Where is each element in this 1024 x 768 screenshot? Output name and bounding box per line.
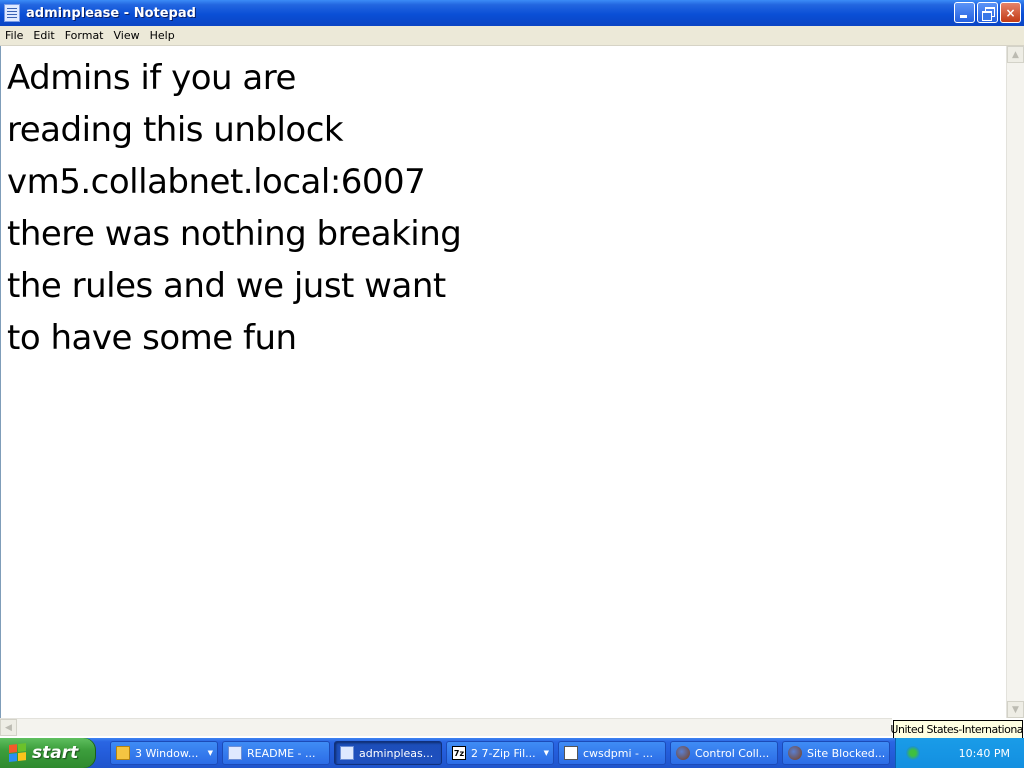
taskbar-item-control-collabnet[interactable]: Control Coll... bbox=[670, 741, 778, 765]
clock[interactable]: 10:40 PM bbox=[959, 747, 1010, 760]
menu-bar: File Edit Format View Help bbox=[0, 26, 1024, 46]
system-tray: 10:40 PM bbox=[895, 738, 1024, 768]
task-label: Control Coll... bbox=[695, 746, 770, 760]
taskbar-item-adminplease[interactable]: adminpleas... bbox=[334, 741, 442, 765]
taskbar-item-site-blocked[interactable]: Site Blocked... bbox=[782, 741, 890, 765]
task-label: cwsdpmi - ... bbox=[583, 746, 653, 760]
minimize-icon bbox=[960, 15, 967, 18]
editor-content[interactable]: Admins if you are reading this unblock v… bbox=[7, 52, 462, 364]
taskbar: start 3 Window... ▼ README - ... adminpl… bbox=[0, 738, 1024, 768]
vertical-scrollbar[interactable]: ▲ ▼ bbox=[1006, 46, 1024, 718]
taskbar-item-7zip[interactable]: 7z 2 7-Zip Fil... ▼ bbox=[446, 741, 554, 765]
notepad-icon bbox=[228, 746, 242, 760]
taskbar-item-cwsdpmi[interactable]: cwsdpmi - ... bbox=[558, 741, 666, 765]
window-controls: × bbox=[954, 2, 1021, 23]
folder-icon bbox=[116, 746, 130, 760]
start-button[interactable]: start bbox=[0, 738, 96, 768]
task-label: Site Blocked... bbox=[807, 746, 886, 760]
start-label: start bbox=[32, 743, 79, 763]
window-title: adminplease - Notepad bbox=[26, 5, 196, 21]
task-label: 2 7-Zip Fil... bbox=[471, 746, 536, 760]
notepad-icon bbox=[340, 746, 354, 760]
7zip-icon: 7z bbox=[452, 746, 466, 760]
scroll-up-icon[interactable]: ▲ bbox=[1007, 46, 1024, 63]
text-editor[interactable]: Admins if you are reading this unblock v… bbox=[0, 46, 1006, 718]
scroll-down-icon[interactable]: ▼ bbox=[1007, 701, 1024, 718]
network-icon[interactable] bbox=[906, 746, 920, 760]
scroll-left-icon[interactable]: ◀ bbox=[0, 719, 17, 736]
close-icon: × bbox=[1005, 5, 1016, 20]
menu-edit[interactable]: Edit bbox=[28, 29, 59, 42]
close-button[interactable]: × bbox=[1000, 2, 1021, 23]
task-label: README - ... bbox=[247, 746, 316, 760]
windows-logo-icon bbox=[9, 743, 27, 763]
language-tooltip: United States-International bbox=[890, 720, 1024, 739]
firefox-icon bbox=[788, 746, 802, 760]
restore-icon bbox=[982, 11, 992, 21]
chevron-down-icon: ▼ bbox=[207, 749, 213, 757]
notepad-icon[interactable] bbox=[4, 4, 20, 22]
title-bar[interactable]: adminplease - Notepad × bbox=[0, 0, 1024, 26]
menu-format[interactable]: Format bbox=[60, 29, 109, 42]
task-label: 3 Window... bbox=[135, 746, 199, 760]
task-label: adminpleas... bbox=[359, 746, 434, 760]
menu-file[interactable]: File bbox=[0, 29, 28, 42]
taskbar-item-windows-explorer[interactable]: 3 Window... ▼ bbox=[110, 741, 218, 765]
restore-button[interactable] bbox=[977, 2, 998, 23]
chevron-down-icon: ▼ bbox=[543, 749, 549, 757]
menu-view[interactable]: View bbox=[109, 29, 145, 42]
minimize-button[interactable] bbox=[954, 2, 975, 23]
taskbar-item-readme[interactable]: README - ... bbox=[222, 741, 330, 765]
firefox-icon bbox=[676, 746, 690, 760]
document-icon bbox=[564, 746, 578, 760]
horizontal-scrollbar[interactable]: ◀ bbox=[0, 718, 892, 736]
menu-help[interactable]: Help bbox=[145, 29, 180, 42]
